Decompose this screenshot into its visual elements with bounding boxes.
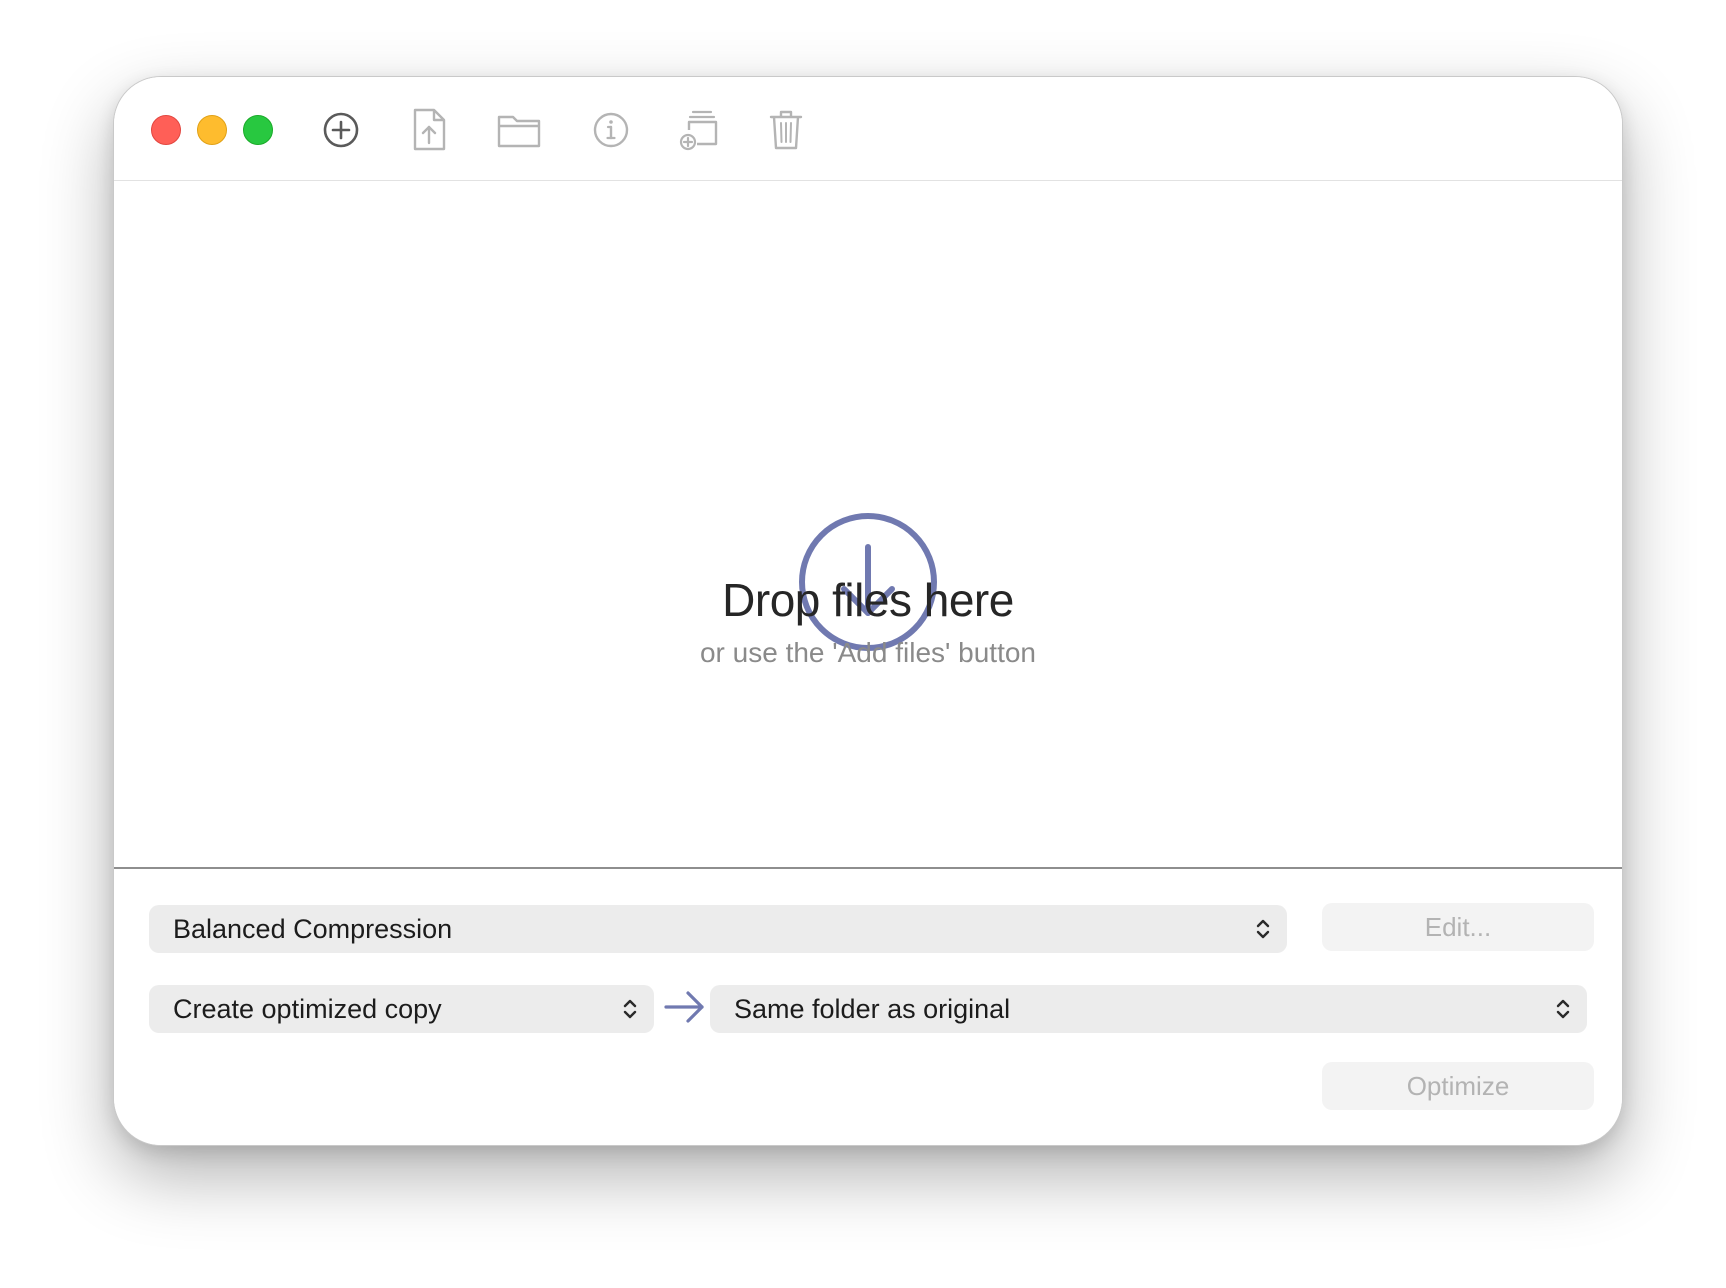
add-files-button[interactable] [316,105,366,155]
chevron-updown-icon [1256,919,1270,939]
mode-select[interactable]: Create optimized copy [149,985,654,1033]
export-button[interactable] [404,105,454,155]
delete-button[interactable] [761,105,811,155]
info-icon [593,112,629,148]
toolbar [114,77,1622,181]
drop-subtitle: or use the 'Add files' button [699,637,1036,668]
edit-button[interactable]: Edit... [1322,903,1594,951]
destination-label: Same folder as original [734,994,1011,1024]
close-window-button[interactable] [151,115,181,145]
add-to-stack-button[interactable] [673,105,723,155]
optimize-button[interactable]: Optimize [1322,1062,1594,1110]
add-stack-icon [679,110,718,151]
minimize-window-button[interactable] [197,115,227,145]
export-file-icon [413,108,446,151]
drop-zone[interactable] [114,181,1622,944]
trash-icon [769,110,803,150]
destination-select[interactable]: Same folder as original [710,985,1587,1033]
mode-label: Create optimized copy [173,994,442,1024]
chevron-updown-icon [623,999,637,1019]
folder-icon [497,115,541,148]
preset-label: Balanced Compression [173,914,453,944]
zoom-window-button[interactable] [243,115,273,145]
drop-title: Drop files here [722,574,1014,626]
show-folder-button[interactable] [494,105,544,155]
add-icon [323,112,359,148]
info-button[interactable] [586,105,636,155]
chevron-updown-icon [1556,999,1570,1019]
preset-select-overlay[interactable]: Balanced Compression [149,905,1287,953]
